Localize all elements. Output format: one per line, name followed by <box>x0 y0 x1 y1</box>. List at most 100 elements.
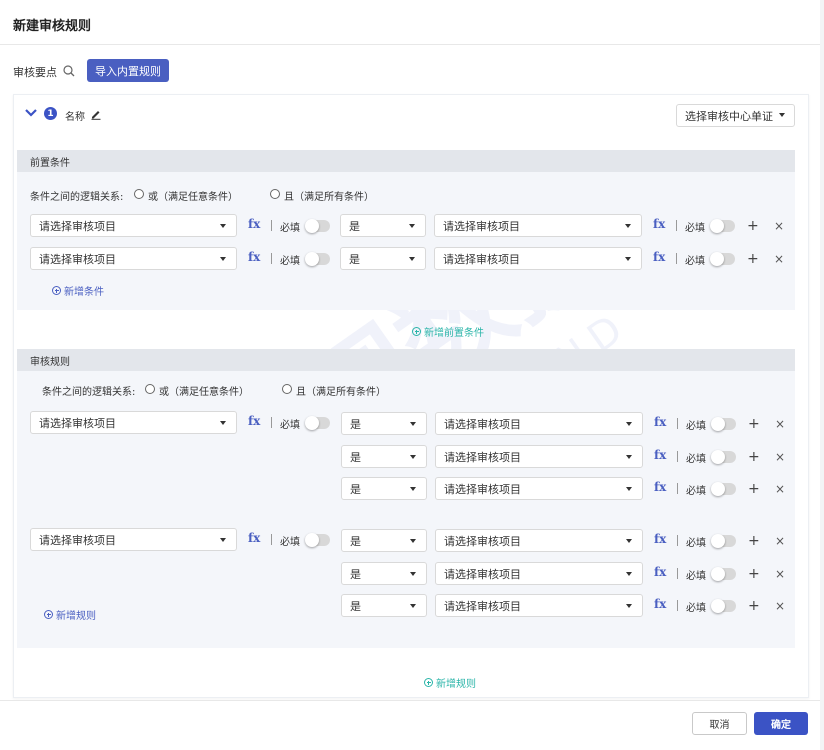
required-toggle[interactable] <box>711 482 736 496</box>
remove-row-close-icon[interactable]: × <box>775 451 785 463</box>
fx-formula-button[interactable]: fx <box>654 480 666 494</box>
remove-row-close-icon[interactable]: × <box>775 418 785 430</box>
doc-center-select[interactable]: 选择审核中心单证 <box>676 104 795 127</box>
left-item-select[interactable]: 请选择审核项目 <box>30 214 237 237</box>
fx-formula-button[interactable]: fx <box>248 217 260 231</box>
remove-row-close-icon[interactable]: × <box>775 535 785 547</box>
remove-row-close-icon[interactable]: × <box>775 600 785 612</box>
fx-formula-button[interactable]: fx <box>653 250 665 264</box>
dropdown-arrow-icon <box>626 487 632 491</box>
add-pre-condition-link[interactable]: 新增前置条件 <box>412 324 484 339</box>
remove-row-close-icon[interactable]: × <box>775 483 785 495</box>
fx-formula-button[interactable]: fx <box>654 565 666 579</box>
add-row-plus-icon[interactable]: + <box>748 417 760 431</box>
operator-select[interactable]: 是 <box>341 477 427 500</box>
pre-conditions-header: 前置条件 <box>17 150 795 172</box>
operator-select-value: 是 <box>349 252 360 266</box>
right-item-select[interactable]: 请选择审核项目 <box>434 247 642 270</box>
required-toggle[interactable] <box>711 567 736 581</box>
required-toggle[interactable] <box>710 219 735 233</box>
add-rule-inner-link[interactable]: 新增规则 <box>44 607 96 622</box>
rule-radio-and[interactable] <box>282 384 292 394</box>
add-row-plus-icon[interactable]: + <box>748 482 760 496</box>
add-circle-icon <box>412 327 421 336</box>
required-toggle[interactable] <box>305 533 330 547</box>
fx-formula-button[interactable]: fx <box>248 531 260 545</box>
required-toggle[interactable] <box>711 534 736 548</box>
operator-select[interactable]: 是 <box>341 594 427 617</box>
divider <box>677 451 678 462</box>
operator-select[interactable]: 是 <box>341 562 427 585</box>
add-row-plus-icon[interactable]: + <box>748 599 760 613</box>
remove-row-close-icon[interactable]: × <box>775 568 785 580</box>
pre-logic-label: 条件之间的逻辑关系: <box>30 192 124 203</box>
divider <box>676 220 677 231</box>
operator-select[interactable]: 是 <box>340 214 426 237</box>
add-condition-link[interactable]: 新增条件 <box>52 283 104 298</box>
add-row-plus-icon[interactable]: + <box>748 567 760 581</box>
add-row-plus-icon[interactable]: + <box>747 252 759 266</box>
rule-option-or-label: 或（满足任意条件） <box>159 387 249 398</box>
add-rule-inner-label: 新增规则 <box>56 611 96 622</box>
import-builtin-rules-button[interactable]: 导入内置规则 <box>87 59 169 82</box>
required-toggle[interactable] <box>711 450 736 464</box>
confirm-button[interactable]: 确定 <box>754 712 808 735</box>
fx-formula-button[interactable]: fx <box>653 217 665 231</box>
right-item-select-value: 请选择审核项目 <box>444 450 521 464</box>
required-toggle[interactable] <box>305 252 330 266</box>
dropdown-arrow-icon <box>625 257 631 261</box>
edit-pencil-icon[interactable] <box>90 108 102 120</box>
dropdown-arrow-icon <box>626 572 632 576</box>
right-item-select-value: 请选择审核项目 <box>444 599 521 613</box>
right-item-select[interactable]: 请选择审核项目 <box>435 445 643 468</box>
rule-option-and-label: 且（满足所有条件） <box>296 387 386 398</box>
right-item-select[interactable]: 请选择审核项目 <box>435 412 643 435</box>
required-toggle[interactable] <box>711 599 736 613</box>
operator-select[interactable]: 是 <box>340 247 426 270</box>
left-item-select[interactable]: 请选择审核项目 <box>30 528 237 551</box>
search-icon[interactable] <box>62 64 76 78</box>
right-item-select[interactable]: 请选择审核项目 <box>434 214 642 237</box>
required-toggle[interactable] <box>711 417 736 431</box>
pre-radio-and[interactable] <box>270 189 280 199</box>
dropdown-arrow-icon <box>626 455 632 459</box>
divider <box>271 220 272 231</box>
dropdown-arrow-icon <box>626 604 632 608</box>
rule-radio-or[interactable] <box>145 384 155 394</box>
required-label: 必填 <box>280 420 300 431</box>
add-row-plus-icon[interactable]: + <box>748 450 760 464</box>
fx-formula-button[interactable]: fx <box>654 532 666 546</box>
add-row-plus-icon[interactable]: + <box>748 534 760 548</box>
required-toggle[interactable] <box>305 416 330 430</box>
operator-select[interactable]: 是 <box>341 412 427 435</box>
fx-formula-button[interactable]: fx <box>654 597 666 611</box>
collapse-chevron-icon[interactable] <box>25 108 37 118</box>
left-item-select[interactable]: 请选择审核项目 <box>30 247 237 270</box>
required-toggle[interactable] <box>305 219 330 233</box>
remove-row-close-icon[interactable]: × <box>774 253 784 265</box>
add-condition-label: 新增条件 <box>64 287 104 298</box>
operator-select[interactable]: 是 <box>341 529 427 552</box>
cancel-button[interactable]: 取消 <box>692 712 747 735</box>
right-item-select[interactable]: 请选择审核项目 <box>435 477 643 500</box>
add-rule-link[interactable]: 新增规则 <box>424 675 476 690</box>
right-item-select[interactable]: 请选择审核项目 <box>435 529 643 552</box>
right-item-select[interactable]: 请选择审核项目 <box>435 594 643 617</box>
fx-formula-button[interactable]: fx <box>248 414 260 428</box>
pre-radio-or[interactable] <box>134 189 144 199</box>
left-item-select[interactable]: 请选择审核项目 <box>30 411 237 434</box>
right-item-select[interactable]: 请选择审核项目 <box>435 562 643 585</box>
toggle-knob <box>305 416 319 430</box>
required-label: 必填 <box>686 454 706 465</box>
operator-select[interactable]: 是 <box>341 445 427 468</box>
fx-formula-button[interactable]: fx <box>248 250 260 264</box>
remove-row-close-icon[interactable]: × <box>774 220 784 232</box>
required-toggle[interactable] <box>710 252 735 266</box>
add-row-plus-icon[interactable]: + <box>747 219 759 233</box>
fx-formula-button[interactable]: fx <box>654 448 666 462</box>
dropdown-arrow-icon <box>410 572 416 576</box>
rule-logic-label: 条件之间的逻辑关系: <box>42 387 136 398</box>
divider <box>677 418 678 429</box>
fx-formula-button[interactable]: fx <box>654 415 666 429</box>
rule-dialog: 新建审核规则 审核要点 导入内置规则 达观数据 DATAGRAND 1 名称 选… <box>0 0 820 750</box>
